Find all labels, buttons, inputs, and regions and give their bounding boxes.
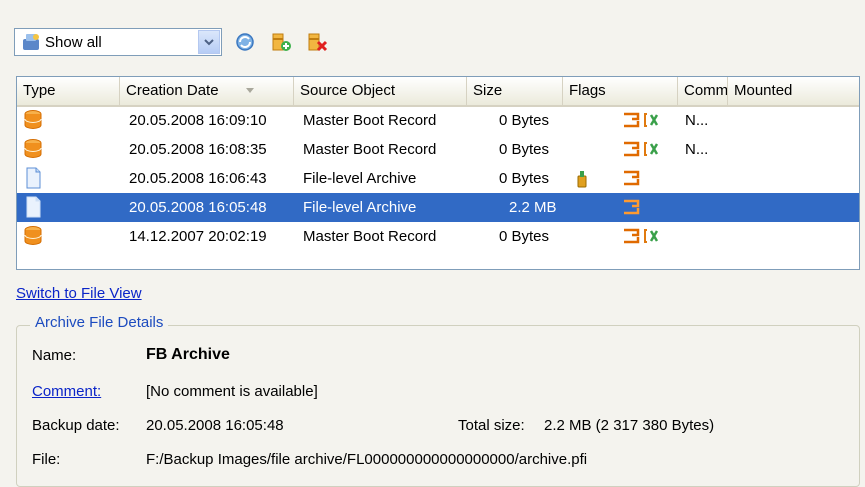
recycle-flag-icon xyxy=(644,113,659,127)
column-header-flags[interactable]: Flags xyxy=(563,77,678,105)
file-archive-icon xyxy=(26,167,41,189)
row-size: 0 Bytes xyxy=(499,141,550,158)
total-size-value: 2.2 MB (2 317 380 Bytes) xyxy=(544,417,715,434)
partition-flag-icon xyxy=(624,199,640,215)
comment-value: [No comment is available] xyxy=(146,383,318,400)
backup-date-value: 20.05.2008 16:05:48 xyxy=(146,417,284,434)
file-label: File: xyxy=(32,451,61,468)
comment-link[interactable]: Comment: xyxy=(32,383,101,400)
row-size: 2.2 MB xyxy=(509,199,557,216)
row-size: 0 Bytes xyxy=(499,112,550,129)
switch-to-file-view-link[interactable]: Switch to File View xyxy=(16,285,142,302)
archive-file-details-title: Archive File Details xyxy=(30,314,169,331)
name-value: FB Archive xyxy=(146,346,230,363)
refresh-icon xyxy=(236,33,254,51)
row-source-object: Master Boot Record xyxy=(303,228,437,245)
add-archive-icon xyxy=(272,33,291,51)
sort-descending-icon xyxy=(245,88,254,93)
recycle-flag-icon xyxy=(644,229,659,243)
table-row[interactable]: 14.12.2007 20:02:19 Master Boot Record 0… xyxy=(17,222,859,251)
table-header: Type Creation Date Source Object Size Fl… xyxy=(17,77,859,107)
filter-combobox[interactable]: Show all xyxy=(14,28,222,56)
archive-explorer-panel: Show all Type Creation Date Source Objec… xyxy=(0,0,865,487)
filter-value: Show all xyxy=(45,33,102,51)
row-comment: N... xyxy=(685,141,709,158)
table-row[interactable]: 20.05.2008 16:09:10 Master Boot Record 0… xyxy=(17,106,859,135)
column-header-mounted[interactable]: Mounted xyxy=(728,77,859,105)
table-row-selected[interactable]: 20.05.2008 16:05:48 File-level Archive 2… xyxy=(17,193,859,222)
partition-flag-icon xyxy=(624,141,640,157)
show-all-icon xyxy=(23,34,39,50)
row-creation-date: 20.05.2008 16:05:48 xyxy=(129,199,267,216)
name-label: Name: xyxy=(32,347,77,364)
disk-archive-icon xyxy=(24,139,42,158)
column-header-creation-date-label: Creation Date xyxy=(126,82,219,99)
partition-flag-icon xyxy=(624,112,640,128)
column-header-creation-date[interactable]: Creation Date xyxy=(120,77,294,105)
add-archive-button[interactable] xyxy=(268,29,294,55)
archives-table[interactable]: Type Creation Date Source Object Size Fl… xyxy=(16,76,860,270)
row-source-object: File-level Archive xyxy=(303,170,417,187)
row-size: 0 Bytes xyxy=(499,170,550,187)
row-source-object: File-level Archive xyxy=(303,199,417,216)
disk-archive-icon xyxy=(24,226,42,245)
recycle-flag-icon xyxy=(644,142,659,156)
refresh-button[interactable] xyxy=(232,29,258,55)
row-source-object: Master Boot Record xyxy=(303,112,437,129)
row-creation-date: 14.12.2007 20:02:19 xyxy=(129,228,267,245)
delete-archive-icon xyxy=(308,33,328,52)
row-size: 0 Bytes xyxy=(499,228,550,245)
row-creation-date: 20.05.2008 16:08:35 xyxy=(129,141,267,158)
row-comment: N... xyxy=(685,112,709,129)
row-creation-date: 20.05.2008 16:09:10 xyxy=(129,112,267,129)
file-archive-icon xyxy=(26,196,41,218)
row-source-object: Master Boot Record xyxy=(303,141,437,158)
partition-flag-icon xyxy=(624,170,640,186)
chevron-down-icon[interactable] xyxy=(198,30,220,54)
file-path-value: F:/Backup Images/file archive/FL00000000… xyxy=(146,451,588,468)
row-creation-date: 20.05.2008 16:06:43 xyxy=(129,170,267,187)
backup-date-label: Backup date: xyxy=(32,417,120,434)
column-header-size[interactable]: Size xyxy=(467,77,563,105)
table-row[interactable]: 20.05.2008 16:08:35 Master Boot Record 0… xyxy=(17,135,859,164)
column-header-source-object[interactable]: Source Object xyxy=(294,77,467,105)
partition-flag-icon xyxy=(624,228,640,244)
delete-archive-button[interactable] xyxy=(304,29,330,55)
toolbar: Show all xyxy=(14,26,330,58)
disk-archive-icon xyxy=(24,110,42,129)
table-row[interactable]: 20.05.2008 16:06:43 File-level Archive 0… xyxy=(17,164,859,193)
column-header-type[interactable]: Type xyxy=(17,77,120,105)
lock-flag-icon xyxy=(577,171,587,188)
total-size-label: Total size: xyxy=(458,417,525,434)
column-header-comment[interactable]: Comm xyxy=(678,77,728,105)
